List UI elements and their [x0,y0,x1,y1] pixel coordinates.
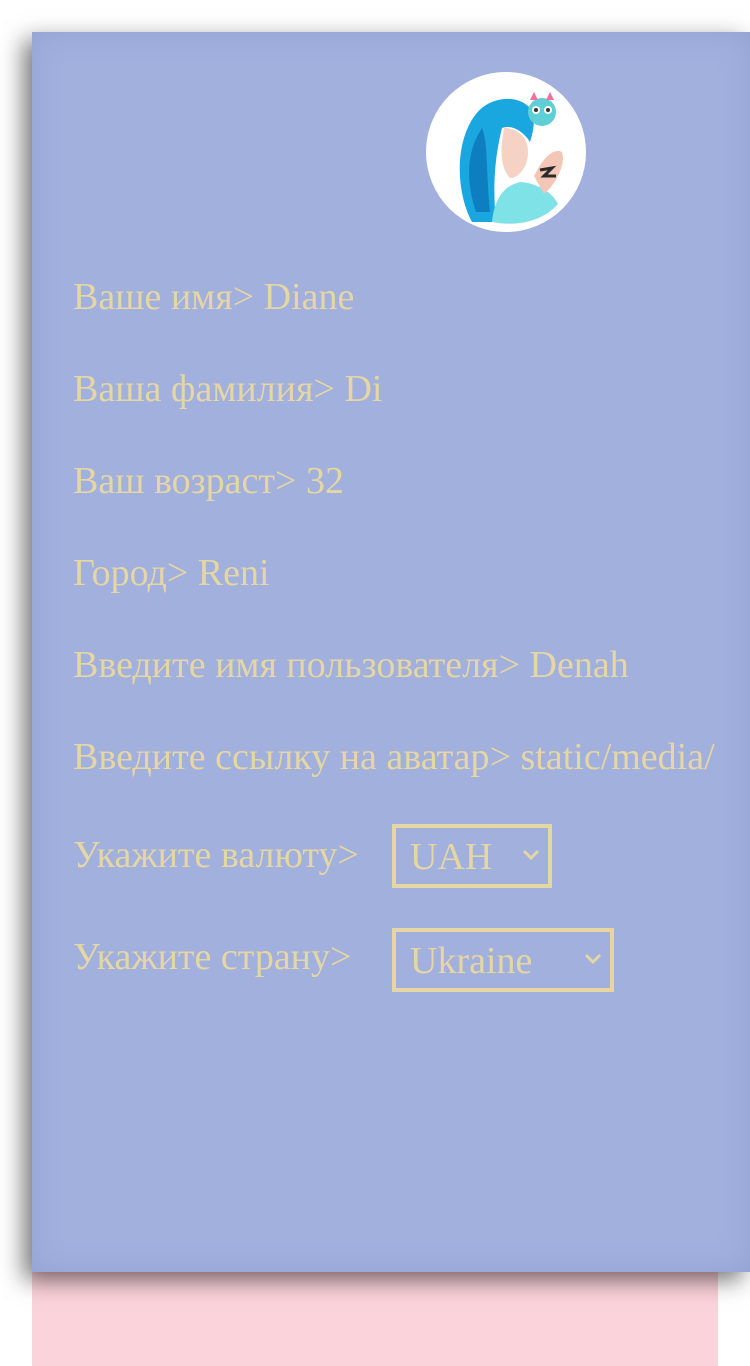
age-value[interactable]: 32 [306,460,344,502]
avatar-url-row: Введите ссылку на аватар> static/media/ [73,738,715,776]
separator: > [498,644,530,686]
separator: > [275,460,306,502]
username-label: Введите имя пользователя [73,644,499,686]
username-row: Введите имя пользователя> Denah [73,646,629,684]
country-select[interactable]: Ukraine [392,928,614,992]
city-row: Город> Reni [73,554,270,592]
avatar-url-value[interactable]: static/media/ [521,736,715,778]
currency-selected-value: UAH [410,836,493,878]
currency-label: Укажите валюту> [73,834,359,876]
country-label: Укажите страну> [73,936,352,978]
separator: > [166,552,198,594]
footer-strip [32,1268,718,1366]
separator: > [313,368,345,410]
currency-select[interactable]: UAH [392,824,552,888]
last-name-value[interactable]: Di [344,368,382,410]
country-selected-value: Ukraine [410,940,533,982]
profile-card: Ваше имя> Diane Ваша фамилия> Di Ваш воз… [32,32,750,1272]
username-value[interactable]: Denah [530,644,629,686]
first-name-value[interactable]: Diane [264,276,355,318]
city-label: Город [73,552,167,594]
age-label: Ваш возраст [73,460,276,502]
chevron-down-icon [522,849,540,861]
first-name-label: Ваше имя [73,276,233,318]
avatar[interactable] [426,72,586,232]
first-name-row: Ваше имя> Diane [73,278,354,316]
avatar-url-label: Введите ссылку на аватар [73,736,490,778]
age-row: Ваш возраст> 32 [73,462,344,500]
last-name-label: Ваша фамилия [73,368,314,410]
separator: > [489,736,521,778]
last-name-row: Ваша фамилия> Di [73,370,382,408]
separator: > [232,276,264,318]
city-value[interactable]: Reni [198,552,270,594]
avatar-illustration-icon [426,72,586,232]
chevron-down-icon [584,953,602,965]
